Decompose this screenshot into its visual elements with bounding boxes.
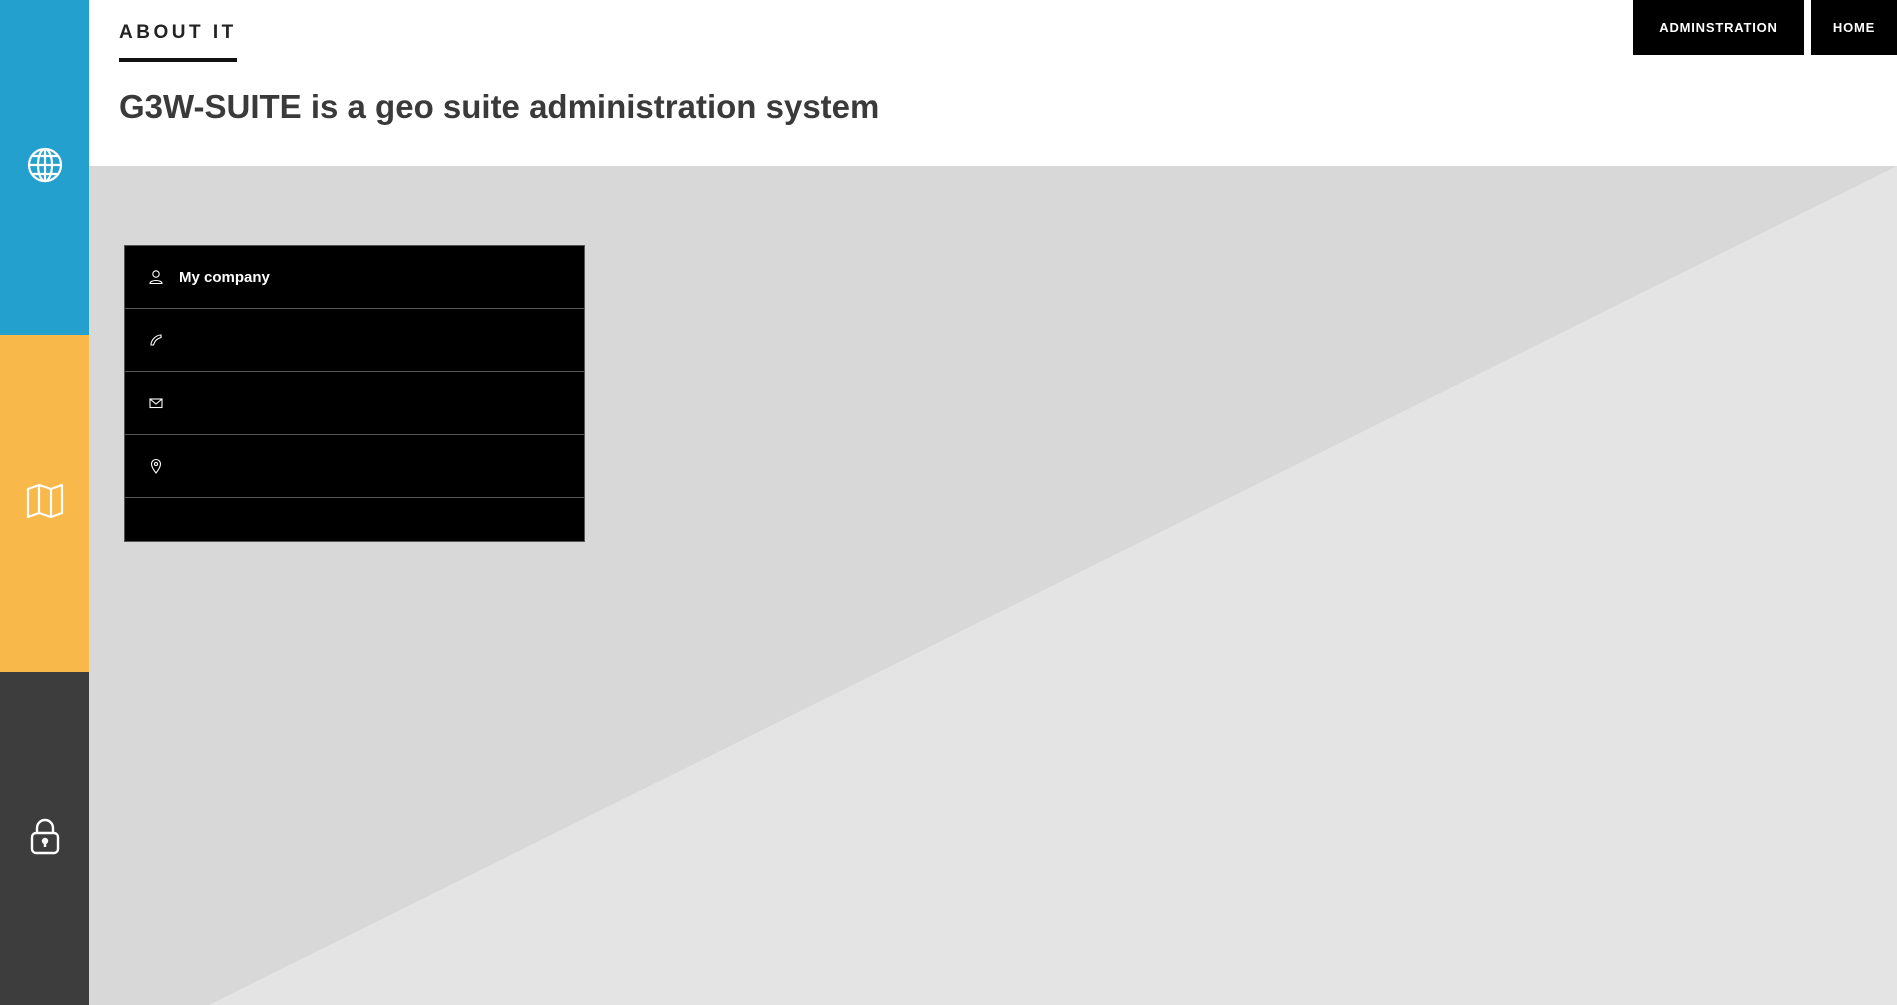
globe-icon	[25, 145, 65, 190]
contact-row-company: My company	[125, 246, 584, 309]
sidebar-item-frontend[interactable]	[0, 0, 89, 335]
sidebar-item-login[interactable]	[0, 672, 89, 1005]
contact-card: My company	[124, 245, 585, 542]
location-pin-icon	[148, 458, 164, 474]
section-label: ABOUT IT	[119, 22, 237, 62]
home-button[interactable]: HOME	[1811, 0, 1897, 55]
header: ABOUT IT G3W-SUITE is a geo suite admini…	[89, 0, 1897, 166]
page-title: G3W-SUITE is a geo suite administration …	[119, 88, 880, 125]
main-content: My company	[89, 166, 1897, 1005]
sidebar	[0, 0, 89, 1005]
company-name: My company	[179, 268, 270, 286]
lock-icon	[25, 816, 65, 861]
mail-icon	[148, 395, 164, 411]
user-icon	[148, 269, 164, 285]
map-icon	[25, 481, 65, 526]
contact-row-phone	[125, 309, 584, 372]
sidebar-item-maps[interactable]	[0, 335, 89, 672]
phone-icon	[148, 332, 164, 348]
administration-button[interactable]: ADMINSTRATION	[1633, 0, 1804, 55]
top-navigation: ADMINSTRATION HOME	[1633, 0, 1897, 55]
contact-row-extra	[125, 498, 584, 539]
contact-row-email	[125, 372, 584, 435]
contact-row-address	[125, 435, 584, 498]
